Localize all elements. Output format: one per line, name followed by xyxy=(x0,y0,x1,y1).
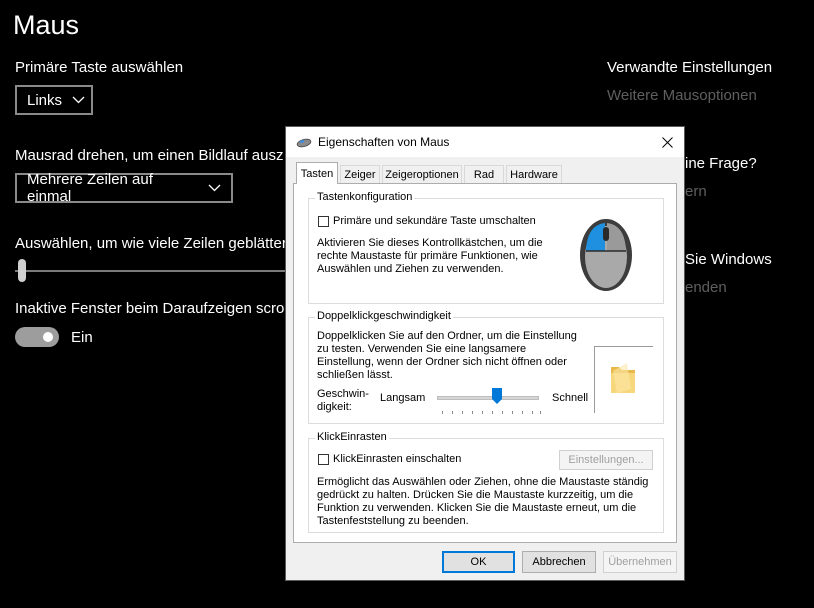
button-config-desc-line3: Auswählen und Ziehen zu verwenden. xyxy=(317,263,504,275)
related-settings-title: Verwandte Einstellungen xyxy=(607,59,773,76)
folder-icon[interactable] xyxy=(609,361,637,395)
mouse-illustration-icon xyxy=(580,219,632,291)
tab-panel-tasten: Tastenkonfiguration Primäre und sekundär… xyxy=(293,183,677,543)
toggle-knob xyxy=(43,332,53,342)
double-click-test-area[interactable] xyxy=(594,346,653,413)
tab-zeigeroptionen[interactable]: Zeigeroptionen xyxy=(382,165,462,183)
mouse-icon xyxy=(296,138,312,148)
help-link[interactable]: ern xyxy=(685,183,707,200)
scroll-mode-dropdown[interactable]: Mehrere Zeilen auf einmal xyxy=(15,171,233,205)
chevron-down-icon xyxy=(208,182,221,195)
speed-fast-label: Schnell xyxy=(552,392,589,404)
click-lock-checkbox[interactable] xyxy=(318,454,329,465)
click-lock-desc-line1: Ermöglicht das Auswählen oder Ziehen, oh… xyxy=(317,476,649,488)
speed-tick xyxy=(452,411,453,414)
help-question-heading: ine Frage? xyxy=(685,155,757,172)
inactive-scroll-toggle[interactable] xyxy=(15,327,59,347)
more-mouse-options-link[interactable]: Weitere Mausoptionen xyxy=(607,87,757,104)
speed-tick xyxy=(512,411,513,414)
click-lock-desc-line4: Tastenfeststellung zu beenden. xyxy=(317,515,469,527)
double-click-desc-line4: schließen lässt. xyxy=(317,369,393,381)
feedback-link[interactable]: enden xyxy=(685,279,727,296)
apply-button[interactable]: Übernehmen xyxy=(603,551,677,573)
page-title: Maus xyxy=(13,10,80,40)
close-icon xyxy=(661,136,673,148)
close-button[interactable] xyxy=(650,127,684,157)
primary-button-value: Links xyxy=(27,91,63,109)
click-lock-desc-line3: Funktion zu verwenden. Klicken Sie die M… xyxy=(317,502,637,514)
click-lock-settings-button[interactable]: Einstellungen... xyxy=(559,450,653,470)
tab-zeiger[interactable]: Zeiger xyxy=(340,165,380,183)
button-config-desc-line1: Aktivieren Sie dieses Kontrollkästchen, … xyxy=(317,237,543,249)
double-click-desc-line1: Doppelklicken Sie auf den Ordner, um die… xyxy=(317,330,577,342)
scroll-lines-slider-thumb[interactable] xyxy=(18,259,26,282)
primary-button-label: Primäre Taste auswählen xyxy=(15,59,184,76)
speed-tick xyxy=(442,411,443,414)
speed-tick xyxy=(522,411,523,414)
scroll-lines-slider-track[interactable] xyxy=(15,270,295,272)
double-click-desc-line3: Einstellung, wenn der Ordner sich nicht … xyxy=(317,356,567,368)
mouse-properties-dialog: Eigenschaften von Maus Tasten Zeiger Zei… xyxy=(285,126,685,581)
click-lock-desc-line2: gedrückt zu halten. Drücken Sie die Maus… xyxy=(317,489,634,501)
cancel-button[interactable]: Abbrechen xyxy=(522,551,596,573)
click-lock-group: KlickEinrasten KlickEinrasten einschalte… xyxy=(308,431,664,533)
swap-buttons-label[interactable]: Primäre und sekundäre Taste umschalten xyxy=(333,215,536,228)
speed-slow-label: Langsam xyxy=(380,392,426,404)
speed-tick xyxy=(482,411,483,414)
tab-tasten[interactable]: Tasten xyxy=(296,162,338,184)
click-lock-label[interactable]: KlickEinrasten einschalten xyxy=(333,453,461,466)
tab-rad[interactable]: Rad xyxy=(464,165,504,183)
primary-button-dropdown[interactable]: Links xyxy=(15,85,93,115)
double-click-desc-line2: zu testen. Verwenden Sie eine langsamere xyxy=(317,343,527,355)
scroll-lines-label: Auswählen, um wie viele Zeilen geblätter xyxy=(15,235,287,252)
scroll-mode-value: Mehrere Zeilen auf einmal xyxy=(27,171,153,205)
speed-tick xyxy=(472,411,473,414)
dialog-client-area: Tasten Zeiger Zeigeroptionen Rad Hardwar… xyxy=(286,157,684,580)
speed-tick xyxy=(462,411,463,414)
chevron-down-icon xyxy=(72,94,85,107)
double-click-group: Doppelklickgeschwindigkeit Doppelklicken… xyxy=(308,310,664,424)
inactive-scroll-label: Inaktive Fenster beim Daraufzeigen scrol… xyxy=(15,300,291,317)
click-lock-group-label: KlickEinrasten xyxy=(315,431,389,443)
speed-label-line2: digkeit: xyxy=(317,401,352,413)
button-config-desc-line2: rechte Maustaste für primäre Funktionen,… xyxy=(317,250,538,262)
improve-windows-heading: Sie Windows xyxy=(685,251,772,268)
ok-button[interactable]: OK xyxy=(442,551,515,573)
double-click-speed-track[interactable] xyxy=(437,396,539,400)
tab-hardware[interactable]: Hardware xyxy=(506,165,562,183)
double-click-speed-thumb[interactable] xyxy=(492,388,502,404)
dialog-titlebar[interactable]: Eigenschaften von Maus xyxy=(286,127,684,157)
speed-tick xyxy=(532,411,533,414)
scroll-mode-label: Mausrad drehen, um einen Bildlauf ausz xyxy=(15,147,284,164)
button-config-group: Tastenkonfiguration Primäre und sekundär… xyxy=(308,191,664,304)
double-click-group-label: Doppelklickgeschwindigkeit xyxy=(315,310,453,322)
speed-label-line1: Geschwin- xyxy=(317,388,369,400)
speed-tick xyxy=(540,411,541,414)
speed-tick xyxy=(502,411,503,414)
speed-tick xyxy=(492,411,493,414)
inactive-scroll-state: Ein xyxy=(71,329,93,346)
swap-buttons-checkbox[interactable] xyxy=(318,216,329,227)
button-config-group-label: Tastenkonfiguration xyxy=(315,191,415,203)
dialog-title: Eigenschaften von Maus xyxy=(318,135,450,149)
